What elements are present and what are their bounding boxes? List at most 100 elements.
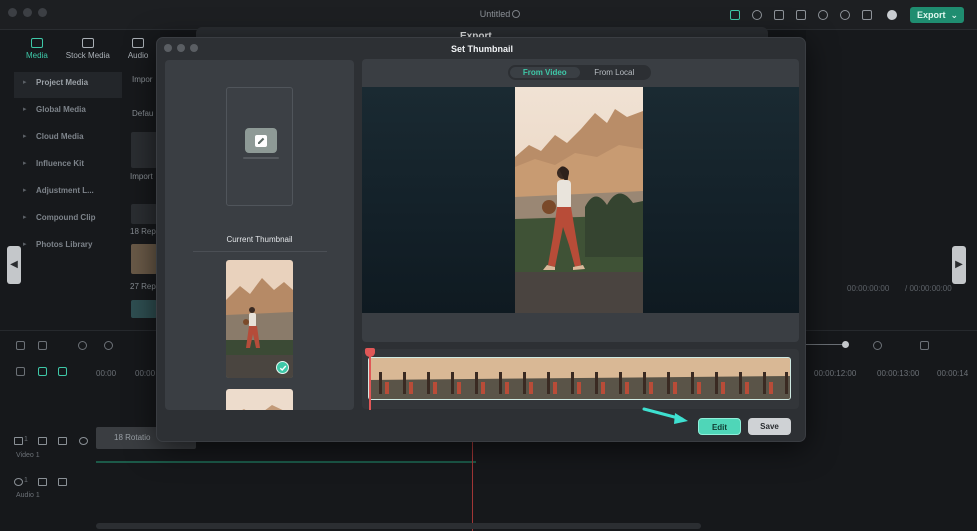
cloud-upload-icon[interactable] bbox=[818, 10, 828, 20]
ruler-tick-3: 00:00:12:00 bbox=[814, 369, 857, 378]
media-thumb-3[interactable] bbox=[131, 300, 157, 318]
media-thumb-2[interactable] bbox=[131, 244, 157, 274]
sidebar-item-global-media[interactable]: Global Media bbox=[14, 99, 122, 125]
selected-check-icon bbox=[276, 361, 289, 374]
select-tool-icon[interactable] bbox=[38, 341, 47, 350]
speaker-icon[interactable] bbox=[58, 437, 67, 445]
save-button[interactable]: Save bbox=[748, 418, 791, 435]
tab-stock-media[interactable]: Stock Media bbox=[66, 38, 110, 60]
gift-icon[interactable] bbox=[730, 10, 740, 20]
audio-folder-icon[interactable] bbox=[38, 478, 47, 486]
timeline-settings-icon[interactable] bbox=[920, 341, 929, 350]
audio-speaker-icon[interactable] bbox=[58, 478, 67, 486]
layout-grid-icon[interactable] bbox=[16, 341, 25, 350]
sidebar-item-photos-library[interactable]: Photos Library bbox=[14, 234, 122, 260]
avatar[interactable] bbox=[887, 10, 897, 20]
frame-selector-line[interactable] bbox=[369, 350, 371, 410]
zoom-slider-handle[interactable] bbox=[842, 341, 849, 348]
undo-icon[interactable] bbox=[78, 341, 87, 350]
frame-selector-handle[interactable] bbox=[365, 348, 375, 357]
tab-stock-media-label: Stock Media bbox=[65, 51, 110, 60]
zoom-slider[interactable] bbox=[806, 344, 846, 345]
headset-icon[interactable] bbox=[840, 10, 850, 20]
current-thumbnail-label: Current Thumbnail bbox=[226, 235, 293, 244]
video-track-label: Video 1 bbox=[16, 452, 40, 459]
current-timecode: 00:00:00:00 bbox=[847, 284, 890, 293]
tab-from-local[interactable]: From Local bbox=[580, 67, 650, 78]
app-titlebar: Untitled Export ⌄ bbox=[0, 0, 977, 30]
sidebar-nav: Project Media Global Media Cloud Media I… bbox=[14, 72, 122, 261]
window-controls bbox=[8, 8, 47, 17]
audio-track-number: 1 bbox=[24, 477, 28, 484]
edit-button[interactable]: Edit bbox=[698, 418, 741, 435]
zoom-in-icon[interactable] bbox=[873, 341, 882, 350]
redo-icon[interactable] bbox=[104, 341, 113, 350]
pencil-icon-shadow bbox=[243, 157, 279, 159]
frame-thumbnail-selected[interactable] bbox=[226, 260, 293, 378]
pointer-arrow-icon bbox=[642, 407, 688, 424]
grid-icon[interactable] bbox=[862, 10, 872, 20]
timeline-clip-label: 18 Rotatio bbox=[114, 433, 151, 442]
tab-audio[interactable]: Audio bbox=[128, 38, 148, 60]
total-duration: / 00:00:00:00 bbox=[905, 284, 952, 293]
frame-filmstrip[interactable] bbox=[368, 357, 791, 400]
source-segmented-control: From Video From Local bbox=[508, 65, 651, 80]
sidebar-item-cloud-media[interactable]: Cloud Media bbox=[14, 126, 122, 152]
thumbnail-list-panel: Current Thumbnail bbox=[165, 60, 354, 410]
media-icon bbox=[30, 38, 43, 48]
audio-track-label: Audio 1 bbox=[16, 492, 40, 499]
save-icon[interactable] bbox=[796, 10, 806, 20]
import-placeholder[interactable] bbox=[131, 132, 157, 168]
stock-media-icon bbox=[81, 38, 94, 48]
sort-dropdown[interactable]: Defau bbox=[132, 109, 153, 118]
frame-thumbnail-2-image bbox=[226, 389, 293, 410]
media-tabs: Media Stock Media Audio bbox=[26, 38, 148, 60]
next-arrow-button[interactable]: ▶ bbox=[952, 246, 966, 284]
export-button[interactable]: Export ⌄ bbox=[910, 7, 964, 23]
preview-panel: From Video From Local bbox=[362, 59, 799, 342]
sidebar-item-compound-clip[interactable]: Compound Clip bbox=[14, 207, 122, 233]
sidebar-item-project-media[interactable]: Project Media bbox=[14, 72, 122, 98]
current-thumbnail-card[interactable] bbox=[226, 87, 293, 206]
preview-stage bbox=[362, 87, 799, 313]
ruler-tick-2: 00:00 bbox=[135, 369, 156, 378]
media-item-label-2: 27 Rep bbox=[130, 282, 156, 291]
export-button-label: Export bbox=[917, 10, 946, 20]
magnet-icon[interactable] bbox=[58, 367, 67, 376]
preview-scene bbox=[515, 87, 643, 313]
import-dropdown[interactable]: Impor bbox=[132, 75, 152, 84]
timeline-scrollbar[interactable] bbox=[96, 523, 701, 529]
audio-icon bbox=[132, 38, 145, 48]
filmstrip-frames bbox=[369, 358, 790, 399]
frame-thumbnail-2[interactable] bbox=[226, 389, 293, 410]
previous-arrow-button[interactable]: ◀ bbox=[7, 246, 21, 284]
media-thumb-1[interactable] bbox=[131, 204, 157, 224]
dialog-title: Set Thumbnail bbox=[450, 44, 513, 54]
ruler-tick-5: 00:00:14 bbox=[937, 369, 969, 378]
folder-icon[interactable] bbox=[38, 437, 47, 445]
tab-media[interactable]: Media bbox=[26, 38, 48, 60]
ruler-tick-4: 00:00:13:00 bbox=[877, 369, 920, 378]
minimize-window-button[interactable] bbox=[23, 8, 32, 17]
tab-media-label: Media bbox=[26, 51, 48, 60]
close-window-button[interactable] bbox=[8, 8, 17, 17]
titlebar-toolbar bbox=[730, 10, 872, 20]
check-glyph bbox=[279, 365, 286, 371]
set-thumbnail-dialog: Set Thumbnail Current Thumbnail From Vid… bbox=[156, 37, 806, 442]
idea-icon[interactable] bbox=[752, 10, 762, 20]
frame-strip-panel bbox=[362, 349, 799, 409]
layout-icon[interactable] bbox=[774, 10, 784, 20]
link-icon[interactable] bbox=[38, 367, 47, 376]
sidebar-item-adjustment-layer[interactable]: Adjustment L... bbox=[14, 180, 122, 206]
eye-icon[interactable] bbox=[79, 437, 88, 445]
pencil-glyph bbox=[255, 134, 267, 147]
video-track-icon bbox=[14, 437, 23, 445]
sidebar-item-influence-kit[interactable]: Influence Kit bbox=[14, 153, 122, 179]
add-track-icon[interactable] bbox=[16, 367, 25, 376]
clip-audio-line bbox=[96, 461, 476, 463]
thumbnail-divider bbox=[193, 251, 327, 252]
ruler-tick-1: 00:00 bbox=[96, 369, 117, 378]
tab-from-video[interactable]: From Video bbox=[510, 67, 580, 78]
zoom-window-button[interactable] bbox=[38, 8, 47, 17]
timeline-playhead[interactable] bbox=[472, 440, 473, 531]
